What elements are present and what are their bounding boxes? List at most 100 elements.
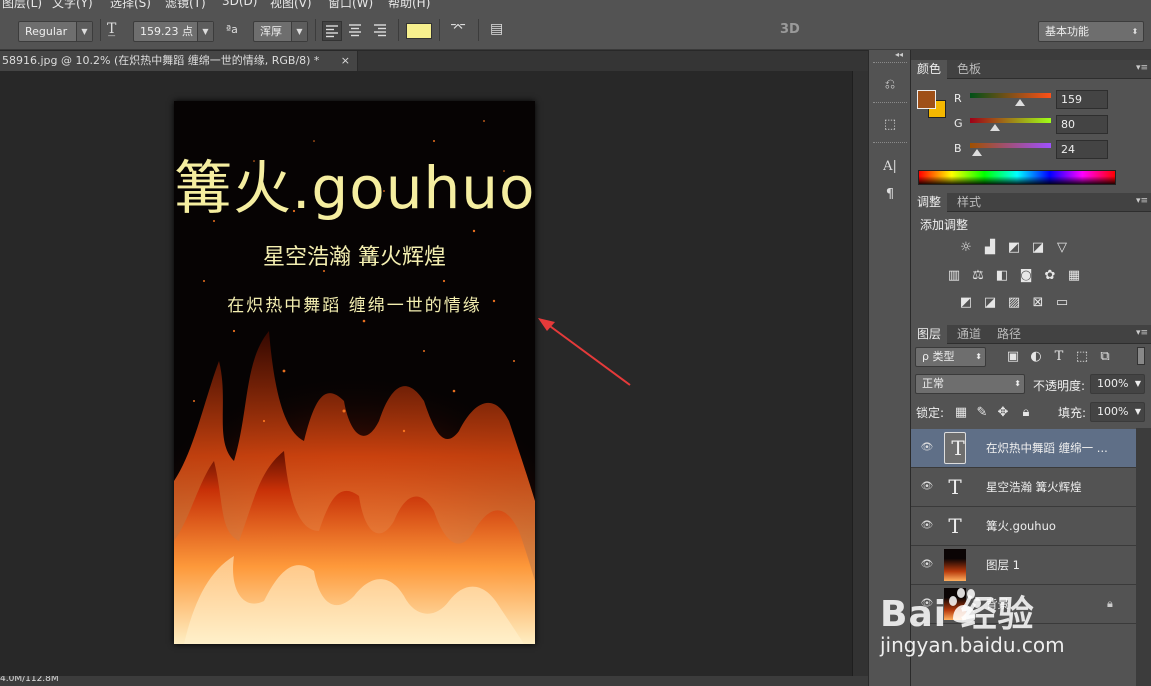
green-slider-thumb[interactable] — [990, 124, 1001, 131]
character-panel-icon[interactable]: ▤ — [490, 21, 503, 37]
green-label: G — [954, 117, 963, 130]
character-icon[interactable]: A| — [877, 156, 903, 178]
antialias-select[interactable]: 浑厚 ▼ — [253, 21, 308, 42]
filter-smart-object-icon[interactable]: ⧉ — [1097, 350, 1113, 364]
opacity-label: 不透明度: — [1033, 379, 1086, 393]
canvas-scrollbar[interactable] — [852, 71, 868, 676]
eye-icon[interactable]: 👁︎ — [920, 441, 934, 455]
properties-icon[interactable]: ⬚ — [877, 114, 903, 136]
tab-layers[interactable]: 图层 — [911, 325, 948, 344]
fill-label: 填充: — [1058, 406, 1087, 420]
menu-type[interactable]: 文字(Y) — [52, 0, 93, 9]
lock-paint-icon[interactable]: ✎ — [974, 406, 990, 420]
menu-window[interactable]: 窗口(W) — [328, 0, 373, 9]
blue-value[interactable]: 24 — [1056, 140, 1108, 159]
fill-field[interactable]: 100% ▼ — [1090, 402, 1145, 422]
red-slider-thumb[interactable] — [1015, 99, 1026, 106]
posterize-icon[interactable]: ◪ — [982, 296, 998, 310]
workspace-select[interactable]: 基本功能 ⬍ — [1038, 21, 1144, 42]
color-lookup-icon[interactable]: ▦ — [1066, 269, 1082, 283]
lock-all-icon[interactable]: 🔒︎ — [1018, 406, 1034, 420]
poster-subtitle: 星空浩瀚 篝火辉煌 — [263, 245, 446, 270]
filter-adjustment-icon[interactable]: ◐ — [1028, 350, 1044, 364]
layer-row[interactable]: 👁︎ T 在炽热中舞蹈 缠绵一 ... — [911, 429, 1136, 468]
color-balance-icon[interactable]: ⚖ — [970, 269, 986, 283]
layer-name: 图层 1 — [986, 558, 1020, 572]
options-bar: Regular ▼ T̲ 159.23 点 ▼ ªa 浑厚 ▼ ⌤ ▤ 3D 基… — [0, 9, 1151, 50]
selective-color-icon[interactable]: ⊠ — [1030, 296, 1046, 310]
menu-layer[interactable]: 图层(L) — [2, 0, 42, 9]
invert-icon[interactable]: ◩ — [958, 296, 974, 310]
panel-header — [911, 50, 1151, 60]
tab-adjustments[interactable]: 调整 — [911, 193, 948, 212]
menu-help[interactable]: 帮助(H) — [388, 0, 430, 9]
watermark: Bai 经验 jingyan.baidu.com — [880, 585, 1140, 680]
layer-filter-select[interactable]: ρ 类型 ⬍ — [915, 347, 986, 367]
brightness-icon[interactable]: ☼ — [958, 241, 974, 255]
history-icon[interactable]: ⎌ — [877, 74, 903, 96]
tab-paths[interactable]: 路径 — [991, 325, 1027, 344]
chevron-down-icon: ▼ — [1134, 379, 1141, 388]
filter-toggle[interactable] — [1137, 347, 1145, 365]
align-center-icon — [349, 24, 361, 37]
align-center-button[interactable] — [346, 21, 366, 41]
menu-view[interactable]: 视图(V) — [270, 0, 312, 9]
hue-saturation-icon[interactable]: ▥ — [946, 269, 962, 283]
gradient-map-icon[interactable]: ▭ — [1054, 296, 1070, 310]
blend-mode-select[interactable]: 正常 ⬍ — [915, 374, 1025, 394]
layer-row[interactable]: 👁︎ T 星空浩瀚 篝火辉煌 — [911, 468, 1136, 507]
font-size-select[interactable]: 159.23 点 ▼ — [133, 21, 214, 42]
align-right-button[interactable] — [371, 21, 391, 41]
layer-row[interactable]: 👁︎ 图层 1 — [911, 546, 1136, 585]
tab-color[interactable]: 颜色 — [911, 60, 948, 79]
panel-menu-icon[interactable]: ▾≡ — [1136, 63, 1148, 73]
layer-row[interactable]: 👁︎ T 篝火.gouhuo — [911, 507, 1136, 546]
panel-menu-icon[interactable]: ▾≡ — [1136, 196, 1148, 206]
black-white-icon[interactable]: ◧ — [994, 269, 1010, 283]
warp-text-icon[interactable]: ⌤ — [450, 20, 466, 36]
curves-icon[interactable]: ◩ — [1006, 241, 1022, 255]
3d-label[interactable]: 3D — [780, 22, 800, 37]
document-tab[interactable]: 58916.jpg @ 10.2% (在炽热中舞蹈 缠绵一世的情缘, RGB/8… — [0, 51, 358, 71]
exposure-icon[interactable]: ◪ — [1030, 241, 1046, 255]
color-spectrum[interactable] — [918, 170, 1116, 185]
eye-icon[interactable]: 👁︎ — [920, 480, 934, 494]
vibrance-icon[interactable]: ▽ — [1054, 241, 1070, 255]
green-value[interactable]: 80 — [1056, 115, 1108, 134]
menu-filter[interactable]: 滤镜(T) — [165, 0, 206, 9]
document-canvas[interactable]: 篝火.gouhuo 星空浩瀚 篝火辉煌 在炽热中舞蹈 缠绵一世的情缘 — [174, 101, 535, 644]
lock-move-icon[interactable]: ✥ — [995, 406, 1011, 420]
filter-type-icon[interactable]: T — [1051, 350, 1067, 364]
green-slider[interactable] — [970, 118, 1051, 123]
blue-slider[interactable] — [970, 143, 1051, 148]
levels-icon[interactable]: ▟ — [982, 241, 998, 255]
lock-transparent-icon[interactable]: ▦ — [953, 406, 969, 420]
align-left-button[interactable] — [322, 21, 342, 41]
collapse-icon[interactable]: ◂◂ — [895, 50, 903, 59]
close-icon[interactable]: × — [341, 51, 350, 71]
text-color-swatch[interactable] — [406, 23, 432, 39]
divider — [439, 19, 440, 41]
threshold-icon[interactable]: ▨ — [1006, 296, 1022, 310]
eye-icon[interactable]: 👁︎ — [920, 519, 934, 533]
foreground-color-swatch[interactable] — [917, 90, 936, 109]
opacity-value: 100% — [1097, 377, 1129, 390]
filter-shape-icon[interactable]: ⬚ — [1074, 350, 1090, 364]
menu-3d[interactable]: 3D(D) — [222, 0, 257, 8]
blue-slider-thumb[interactable] — [972, 149, 983, 156]
tab-swatches[interactable]: 色板 — [951, 60, 987, 79]
menu-select[interactable]: 选择(S) — [110, 0, 151, 9]
paragraph-icon[interactable]: ¶ — [877, 184, 903, 206]
opacity-field[interactable]: 100% ▼ — [1090, 374, 1145, 394]
filter-pixel-icon[interactable]: ▣ — [1005, 350, 1021, 364]
red-slider[interactable] — [970, 93, 1051, 98]
tab-styles[interactable]: 样式 — [951, 193, 987, 212]
panel-menu-icon[interactable]: ▾≡ — [1136, 328, 1148, 338]
eye-icon[interactable]: 👁︎ — [920, 558, 934, 572]
divider — [100, 19, 101, 41]
red-value[interactable]: 159 — [1056, 90, 1108, 109]
channel-mixer-icon[interactable]: ✿ — [1042, 269, 1058, 283]
font-style-select[interactable]: Regular ▼ — [18, 21, 93, 42]
tab-channels[interactable]: 通道 — [951, 325, 987, 344]
photo-filter-icon[interactable]: ◙ — [1018, 269, 1034, 283]
